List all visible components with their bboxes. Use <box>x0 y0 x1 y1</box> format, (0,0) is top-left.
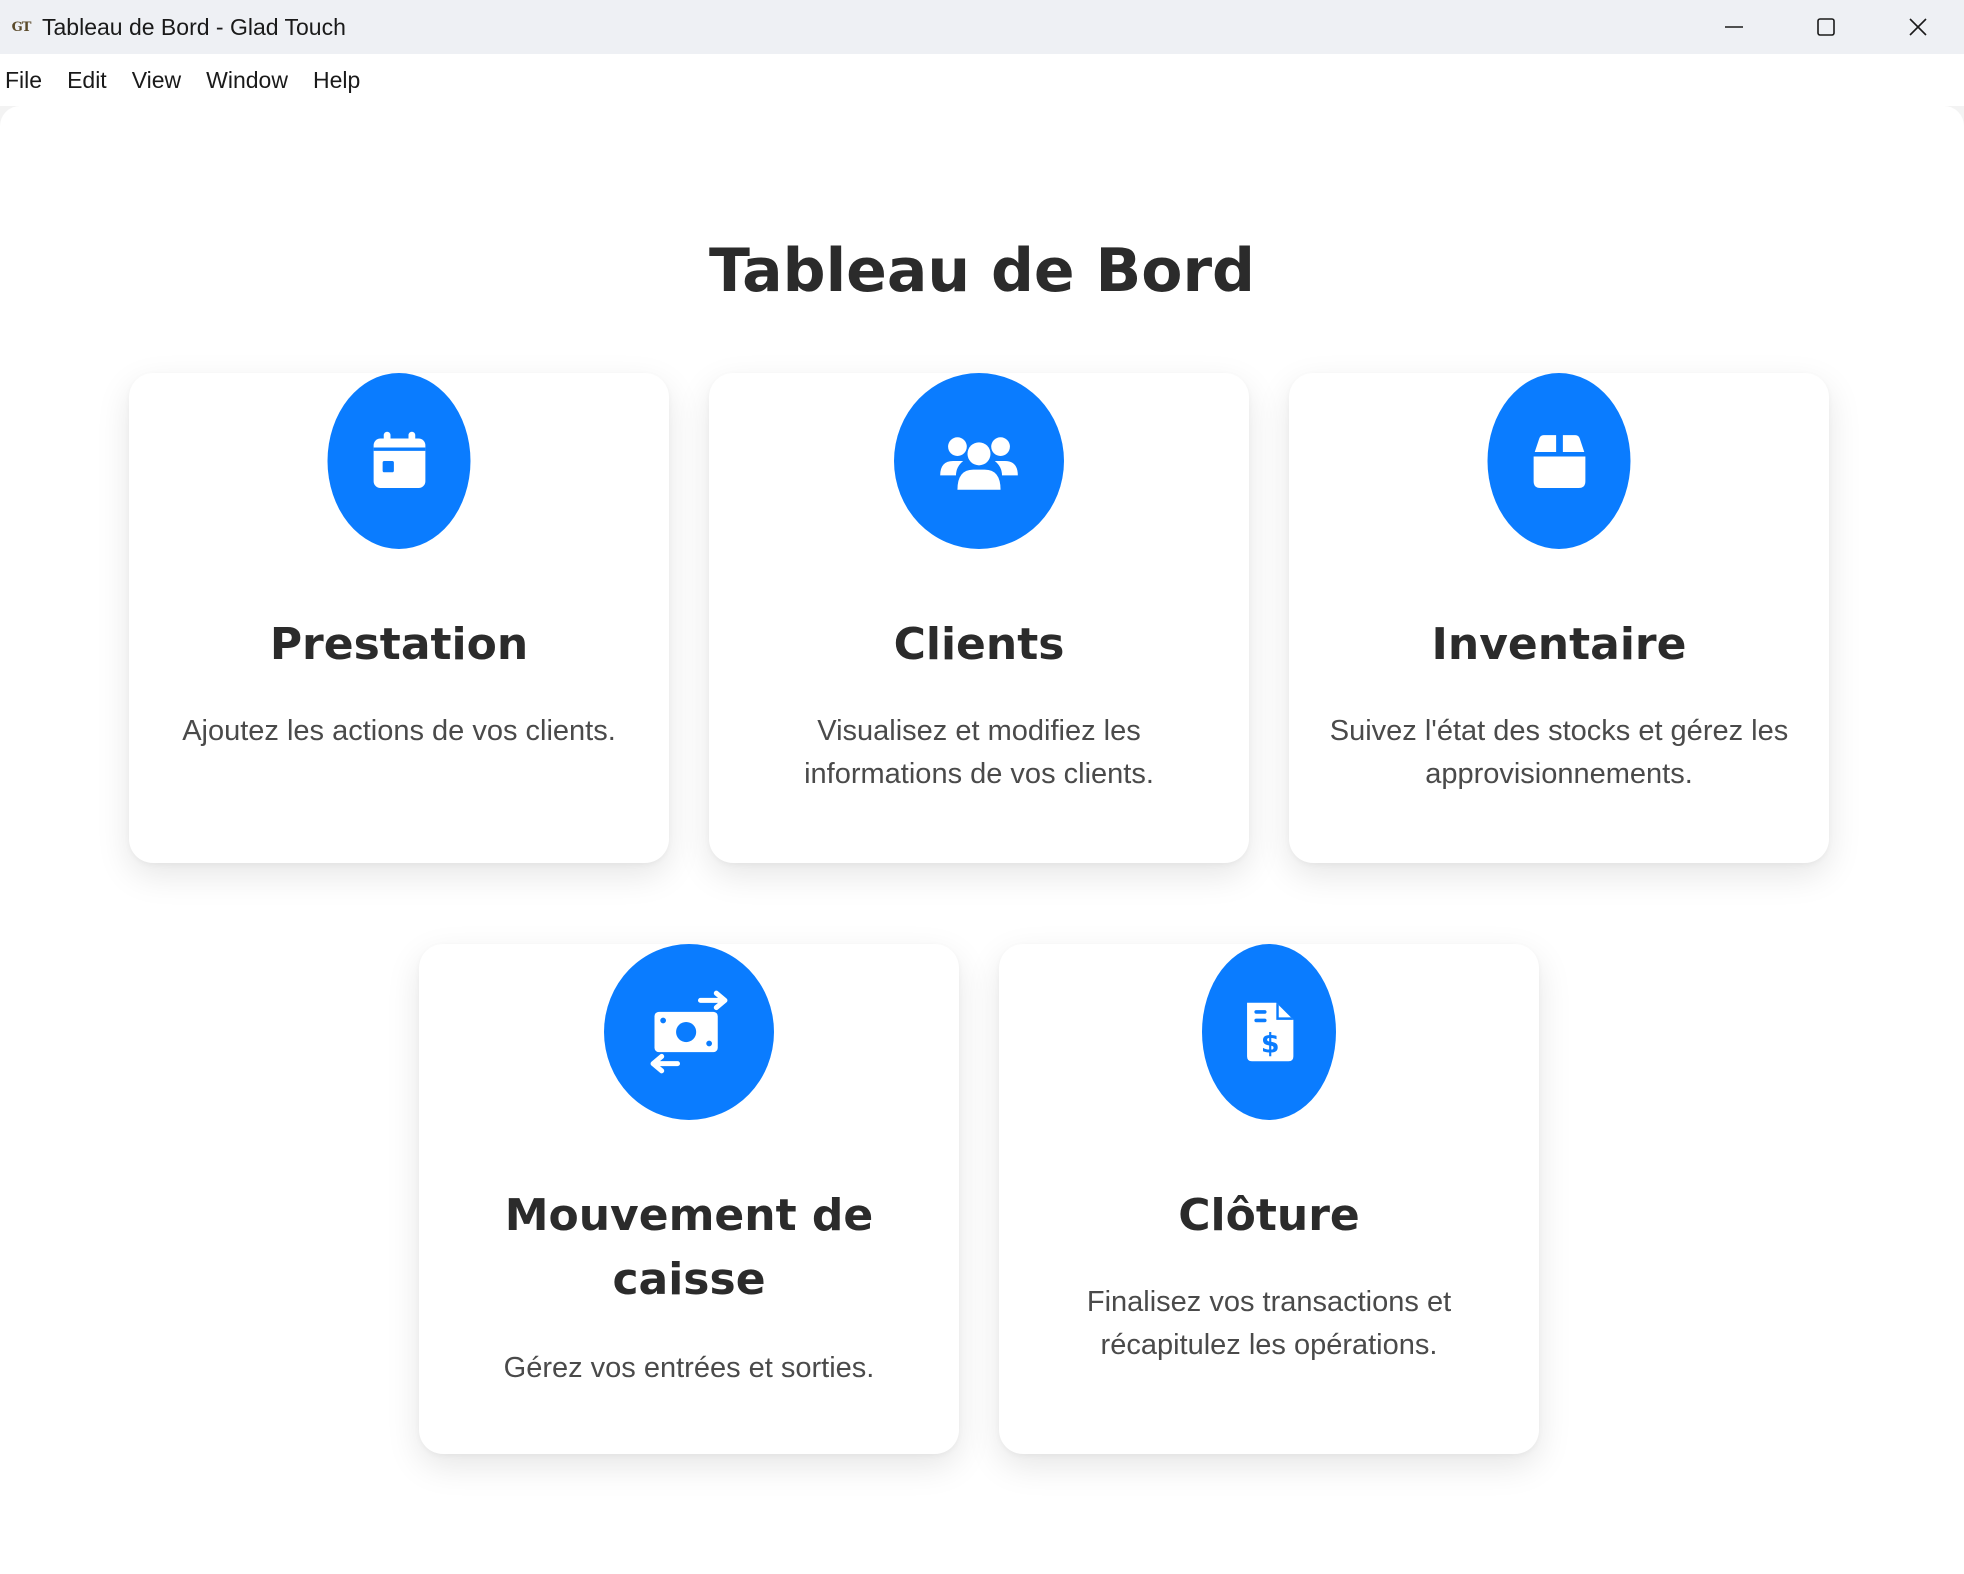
card-description: Visualisez et modifiez les informations … <box>804 715 1154 790</box>
mouvement-icon-circle <box>604 944 774 1120</box>
window-title: Tableau de Bord - Glad Touch <box>42 13 346 40</box>
card-mouvement-de-caisse[interactable]: Mouvement de caisse Gérez vos entrées et… <box>419 944 959 1454</box>
app-logo-icon: GT <box>11 19 32 35</box>
minimize-button[interactable] <box>1688 0 1780 54</box>
inventaire-icon-circle <box>1487 373 1631 549</box>
card-title: Clôture <box>1178 1190 1360 1241</box>
card-description: Gérez vos entrées et sorties. <box>503 1352 875 1384</box>
menu-edit[interactable]: Edit <box>67 67 107 94</box>
card-clients[interactable]: Clients Visualisez et modifiez les infor… <box>709 373 1249 863</box>
menu-file[interactable]: File <box>5 67 42 94</box>
maximize-icon <box>1817 18 1835 36</box>
card-prestation[interactable]: Prestation Ajoutez les actions de vos cl… <box>129 373 669 863</box>
close-button[interactable] <box>1872 0 1964 54</box>
window-controls <box>1688 0 1964 54</box>
users-icon <box>940 437 1018 490</box>
card-description: Finalisez vos transactions et récapitule… <box>1086 1286 1452 1361</box>
card-description: Ajoutez les actions de vos clients. <box>182 715 616 747</box>
card-title: Mouvement de caisse <box>504 1190 874 1305</box>
menu-help[interactable]: Help <box>313 67 360 94</box>
minimize-icon <box>1725 26 1743 28</box>
clients-icon-circle <box>894 373 1064 549</box>
close-icon <box>1909 18 1927 36</box>
dashboard-content: Tableau de Bord Prestation Ajoutez les a… <box>0 106 1964 1574</box>
card-description: Suivez l'état des stocks et gérez les ap… <box>1329 715 1789 790</box>
page-title: Tableau de Bord <box>708 236 1255 306</box>
invoice-dollar-icon: $ <box>1247 1002 1294 1062</box>
card-cloture[interactable]: $ Clôture Finalisez vos transactions et … <box>999 944 1539 1454</box>
money-exchange-icon <box>650 990 728 1074</box>
cloture-icon-circle: $ <box>1202 944 1336 1120</box>
menu-window[interactable]: Window <box>206 67 288 94</box>
title-bar: GT Tableau de Bord - Glad Touch <box>0 0 1964 54</box>
prestation-icon-circle <box>327 373 471 549</box>
calendar-icon <box>373 431 425 488</box>
box-icon <box>1533 435 1585 488</box>
card-inventaire[interactable]: Inventaire Suivez l'état des stocks et g… <box>1289 373 1829 863</box>
svg-text:$: $ <box>1261 1029 1280 1060</box>
card-title: Inventaire <box>1431 619 1687 670</box>
card-title: Clients <box>893 619 1065 670</box>
maximize-button[interactable] <box>1780 0 1872 54</box>
menu-view[interactable]: View <box>132 67 181 94</box>
menu-bar: File Edit View Window Help <box>0 54 1964 106</box>
card-title: Prestation <box>269 619 529 670</box>
